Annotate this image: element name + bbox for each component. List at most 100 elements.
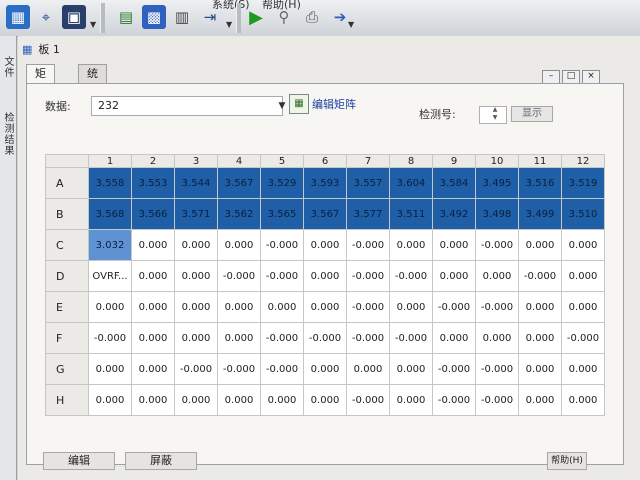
well-cell[interactable]: 0.000: [260, 384, 304, 416]
well-cell[interactable]: 0.000: [518, 384, 562, 416]
well-cell[interactable]: 3.558: [88, 167, 132, 199]
well-cell[interactable]: 0.000: [88, 291, 132, 323]
save-icon[interactable]: ▣: [62, 5, 86, 29]
well-cell[interactable]: 0.000: [303, 229, 347, 261]
chevron-down-icon[interactable]: ▼: [275, 96, 289, 116]
well-cell[interactable]: 0.000: [475, 322, 519, 354]
well-cell[interactable]: 3.544: [174, 167, 218, 199]
well-cell[interactable]: 0.000: [389, 291, 433, 323]
well-cell[interactable]: 3.584: [432, 167, 476, 199]
well-cell[interactable]: 3.567: [217, 167, 261, 199]
well-cell[interactable]: 3.593: [303, 167, 347, 199]
well-cell[interactable]: 0.000: [389, 353, 433, 385]
calculator-icon[interactable]: ▥: [170, 5, 194, 29]
grid-icon[interactable]: ▩: [142, 5, 166, 29]
tab-statistics[interactable]: 统计信息: [78, 64, 107, 134]
well-cell[interactable]: -0.000: [432, 353, 476, 385]
well-cell[interactable]: 0.000: [389, 229, 433, 261]
chart-icon[interactable]: ▦: [6, 5, 30, 29]
well-cell[interactable]: 0.000: [88, 353, 132, 385]
well-cell[interactable]: 0.000: [518, 229, 562, 261]
well-cell[interactable]: -0.000: [174, 353, 218, 385]
edit-button[interactable]: 编辑: [43, 452, 115, 470]
well-cell[interactable]: -0.000: [389, 260, 433, 292]
well-cell[interactable]: 0.000: [518, 322, 562, 354]
well-cell[interactable]: -0.000: [561, 322, 605, 354]
chevron-down-icon[interactable]: ▼: [348, 20, 354, 29]
well-cell[interactable]: 0.000: [174, 229, 218, 261]
well-cell[interactable]: 3.492: [432, 198, 476, 230]
well-cell[interactable]: 0.000: [432, 322, 476, 354]
chevron-down-icon[interactable]: ▼: [90, 20, 96, 29]
well-cell[interactable]: -0.000: [346, 322, 390, 354]
well-cell[interactable]: 0.000: [174, 322, 218, 354]
well-cell[interactable]: 0.000: [475, 260, 519, 292]
dock-tab-results[interactable]: 检测结果: [1, 112, 15, 156]
minimize-icon[interactable]: –: [542, 70, 560, 84]
print-icon[interactable]: ⎙: [300, 5, 324, 29]
well-cell[interactable]: -0.000: [475, 291, 519, 323]
well-cell[interactable]: 0.000: [131, 291, 175, 323]
show-button[interactable]: 显示: [511, 106, 553, 122]
well-cell[interactable]: 0.000: [260, 291, 304, 323]
well-cell[interactable]: 3.499: [518, 198, 562, 230]
well-cell[interactable]: -0.000: [260, 322, 304, 354]
well-cell[interactable]: 0.000: [131, 353, 175, 385]
well-cell[interactable]: -0.000: [475, 384, 519, 416]
data-select[interactable]: 232: [91, 96, 283, 116]
well-cell[interactable]: 0.000: [561, 353, 605, 385]
well-cell[interactable]: 0.000: [561, 260, 605, 292]
spinner-arrows-icon[interactable]: ▲ ▼: [489, 106, 501, 122]
well-cell[interactable]: 3.553: [131, 167, 175, 199]
search-icon[interactable]: ⚲: [272, 5, 296, 29]
well-cell[interactable]: 0.000: [303, 384, 347, 416]
well-cell[interactable]: 0.000: [217, 384, 261, 416]
well-cell[interactable]: -0.000: [260, 260, 304, 292]
well-cell[interactable]: 0.000: [174, 260, 218, 292]
well-cell[interactable]: 3.495: [475, 167, 519, 199]
well-cell[interactable]: -0.000: [475, 353, 519, 385]
well-cell[interactable]: -0.000: [346, 291, 390, 323]
well-cell[interactable]: 3.516: [518, 167, 562, 199]
well-cell[interactable]: 0.000: [389, 384, 433, 416]
export-icon[interactable]: ⇥: [198, 5, 222, 29]
tab-matrix[interactable]: 矩阵: [26, 64, 55, 98]
well-cell[interactable]: 3.557: [346, 167, 390, 199]
well-cell[interactable]: 0.000: [303, 353, 347, 385]
well-cell[interactable]: -0.000: [88, 322, 132, 354]
well-cell[interactable]: -0.000: [346, 229, 390, 261]
well-cell[interactable]: 0.000: [217, 291, 261, 323]
well-cell[interactable]: -0.000: [260, 353, 304, 385]
well-cell[interactable]: 3.567: [303, 198, 347, 230]
well-cell[interactable]: 3.565: [260, 198, 304, 230]
well-cell[interactable]: 3.566: [131, 198, 175, 230]
microscope-icon[interactable]: ⌖: [34, 5, 58, 29]
well-cell[interactable]: OVRF...: [88, 260, 132, 292]
dock-tab-files[interactable]: 文件: [1, 56, 15, 78]
well-cell[interactable]: 3.577: [346, 198, 390, 230]
well-cell[interactable]: -0.000: [475, 229, 519, 261]
well-cell[interactable]: -0.000: [389, 322, 433, 354]
well-cell[interactable]: 3.571: [174, 198, 218, 230]
mask-button[interactable]: 屏蔽: [125, 452, 197, 470]
well-cell[interactable]: -0.000: [346, 260, 390, 292]
well-cell[interactable]: 0.000: [131, 322, 175, 354]
well-cell[interactable]: 0.000: [518, 291, 562, 323]
well-cell[interactable]: 0.000: [346, 353, 390, 385]
well-cell[interactable]: -0.000: [432, 384, 476, 416]
well-cell[interactable]: -0.000: [260, 229, 304, 261]
well-cell[interactable]: 0.000: [518, 353, 562, 385]
well-cell[interactable]: 0.000: [561, 291, 605, 323]
well-cell[interactable]: -0.000: [217, 260, 261, 292]
well-cell[interactable]: 0.000: [303, 291, 347, 323]
help-button[interactable]: 帮助(H): [547, 452, 587, 470]
well-cell[interactable]: 0.000: [131, 260, 175, 292]
well-cell[interactable]: 0.000: [131, 229, 175, 261]
well-cell[interactable]: 3.498: [475, 198, 519, 230]
well-cell[interactable]: 0.000: [174, 384, 218, 416]
well-cell[interactable]: 0.000: [131, 384, 175, 416]
edit-matrix-button[interactable]: ▦ 编辑矩阵: [289, 94, 356, 114]
play-icon[interactable]: ▶: [244, 5, 268, 29]
well-cell[interactable]: 3.568: [88, 198, 132, 230]
well-cell[interactable]: -0.000: [303, 322, 347, 354]
